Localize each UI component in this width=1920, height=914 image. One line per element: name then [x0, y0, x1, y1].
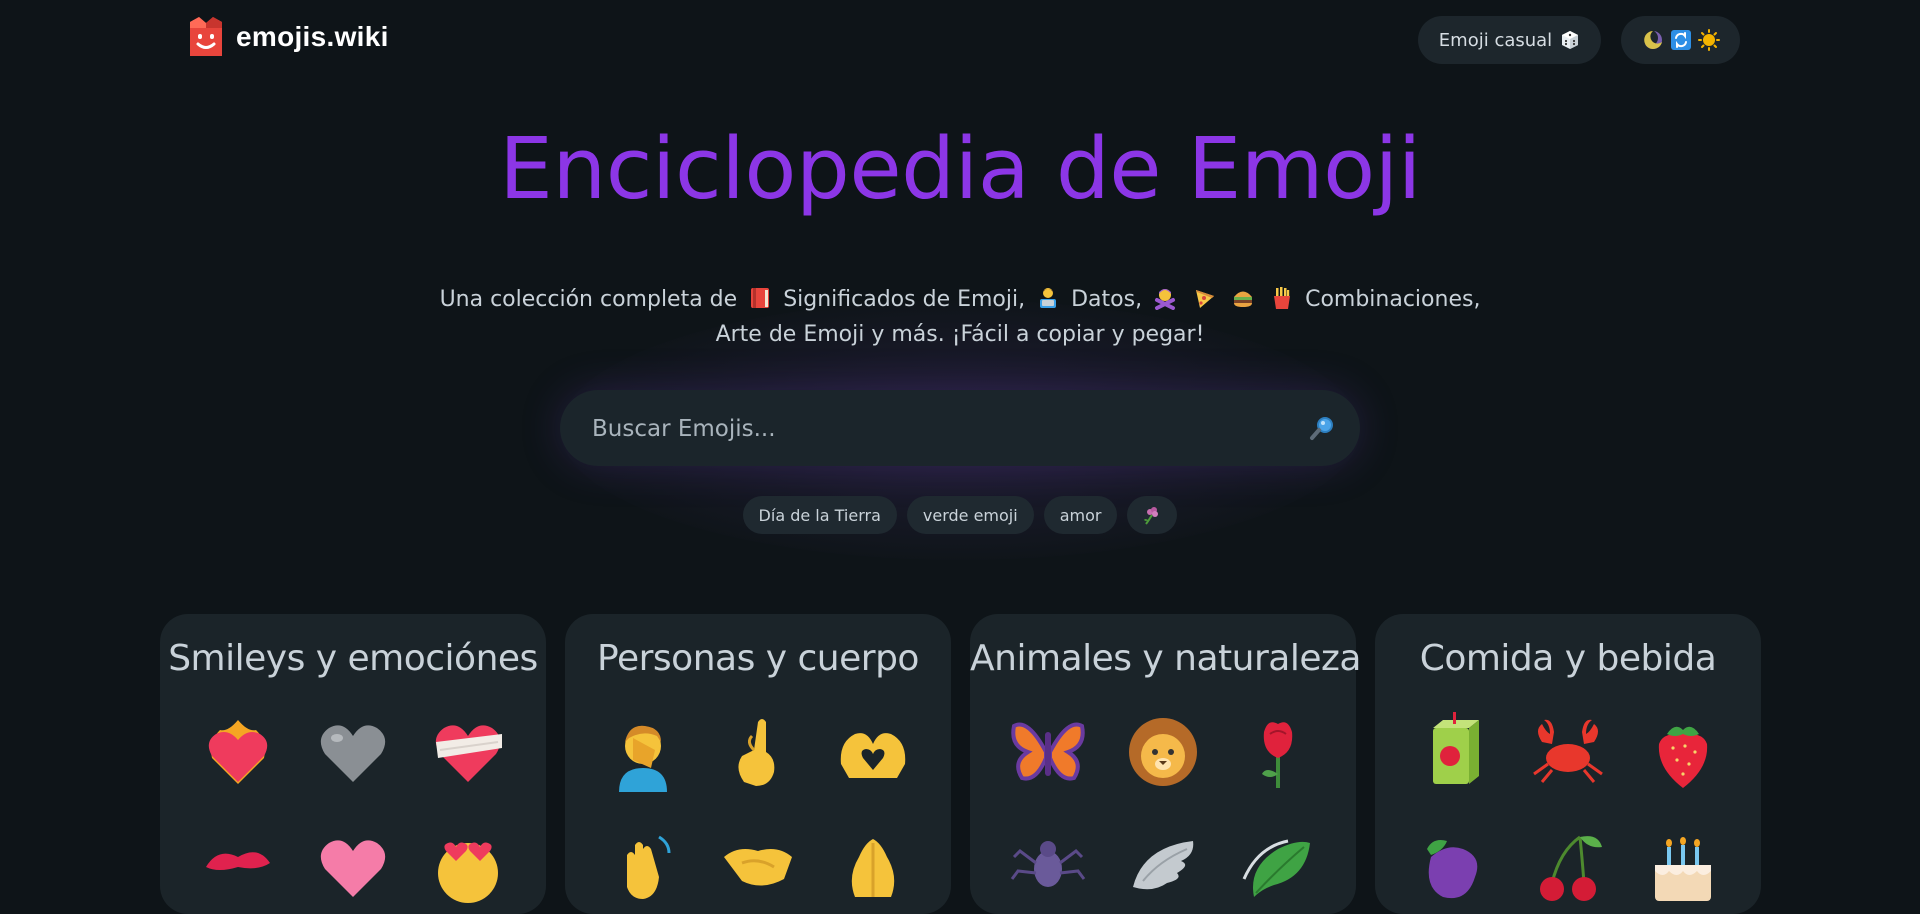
subtitle-text-4: Combinaciones, — [1305, 287, 1481, 312]
birthday-cake-icon[interactable] — [1643, 827, 1723, 907]
site-logo[interactable]: emojis.wiki — [186, 14, 389, 60]
technologist-icon — [1040, 288, 1057, 308]
logo-icon — [190, 17, 222, 56]
search-bar — [560, 390, 1360, 468]
category-card-animals[interactable]: Animales y naturaleza — [970, 614, 1361, 914]
site-header: emojis.wiki Emoji casual — [0, 0, 1920, 78]
eggplant-icon[interactable] — [1413, 827, 1493, 907]
french-fries-icon — [1274, 287, 1291, 309]
wing-icon[interactable] — [1123, 827, 1203, 907]
random-emoji-button[interactable]: Emoji casual — [1418, 16, 1601, 64]
category-title: Smileys y emociónes — [168, 638, 538, 679]
category-card-people[interactable]: Personas y cuerpo — [565, 614, 951, 914]
rose-icon[interactable] — [1238, 712, 1318, 792]
folded-hands-icon[interactable] — [833, 827, 913, 907]
pink-heart-icon[interactable] — [313, 827, 393, 907]
wilted-flower-icon — [1144, 507, 1159, 525]
subtitle-text-2: Significados de Emoji, — [783, 287, 1026, 312]
tag-green-emoji[interactable]: verde emoji — [906, 496, 1034, 534]
moon-icon[interactable] — [1641, 29, 1664, 51]
random-emoji-label: Emoji casual — [1438, 29, 1553, 51]
theme-switcher — [1621, 16, 1740, 64]
auto-theme-icon[interactable] — [1670, 29, 1692, 51]
logo-text: emojis.wiki — [236, 21, 389, 52]
man-facepalming-icon[interactable] — [603, 712, 683, 792]
subtitle-text-5: Arte de Emoji y más. ¡Fácil a copiar y p… — [715, 322, 1205, 347]
butterfly-icon[interactable] — [1008, 712, 1088, 792]
heart-eyes-face-icon[interactable] — [428, 827, 508, 907]
tag-flower[interactable] — [1127, 496, 1178, 534]
subtitle-text-3: Datos, — [1071, 287, 1143, 312]
category-card-smileys[interactable]: Smileys y emociónes — [160, 614, 546, 914]
popular-tags: Día de la Tierra verde emoji amor — [0, 496, 1920, 534]
kiss-mark-icon[interactable] — [198, 827, 278, 907]
waving-hand-icon[interactable] — [603, 827, 683, 907]
tag-earth-day[interactable]: Día de la Tierra — [742, 496, 897, 534]
hero-subtitle: Una colección completa de Significados d… — [420, 282, 1500, 352]
search-icon[interactable] — [1308, 414, 1336, 442]
heart-on-fire-icon[interactable] — [198, 712, 278, 792]
spider-icon[interactable] — [1008, 827, 1088, 907]
strawberry-icon[interactable] — [1643, 712, 1723, 792]
category-card-food[interactable]: Comida y bebida — [1375, 614, 1761, 914]
hand-with-index-finger-and-thumb-crossed-icon[interactable] — [718, 712, 798, 792]
hamburger-icon — [1234, 291, 1253, 307]
subtitle-text-1: Una colección completa de — [439, 287, 738, 312]
search-input[interactable] — [590, 390, 1274, 468]
handshake-icon[interactable] — [718, 827, 798, 907]
category-title: Personas y cuerpo — [597, 638, 919, 679]
category-title: Comida y bebida — [1419, 638, 1717, 679]
mending-heart-icon[interactable] — [428, 712, 508, 792]
crab-icon[interactable] — [1528, 712, 1608, 792]
page-title: Enciclopedia de Emoji — [499, 120, 1421, 219]
lion-icon[interactable] — [1123, 712, 1203, 792]
leaf-icon[interactable] — [1238, 827, 1318, 907]
pizza-icon — [1196, 290, 1215, 308]
cherries-icon[interactable] — [1528, 827, 1608, 907]
grey-heart-icon[interactable] — [313, 712, 393, 792]
book-icon — [751, 288, 770, 308]
category-title: Animales y naturaleza — [970, 638, 1361, 679]
person-gesturing-no-icon — [1155, 289, 1176, 310]
tag-love[interactable]: amor — [1043, 496, 1118, 534]
sun-icon[interactable] — [1697, 29, 1720, 51]
beverage-box-icon[interactable] — [1413, 712, 1493, 792]
heart-hands-icon[interactable] — [833, 712, 913, 792]
dice-icon — [1562, 31, 1579, 49]
